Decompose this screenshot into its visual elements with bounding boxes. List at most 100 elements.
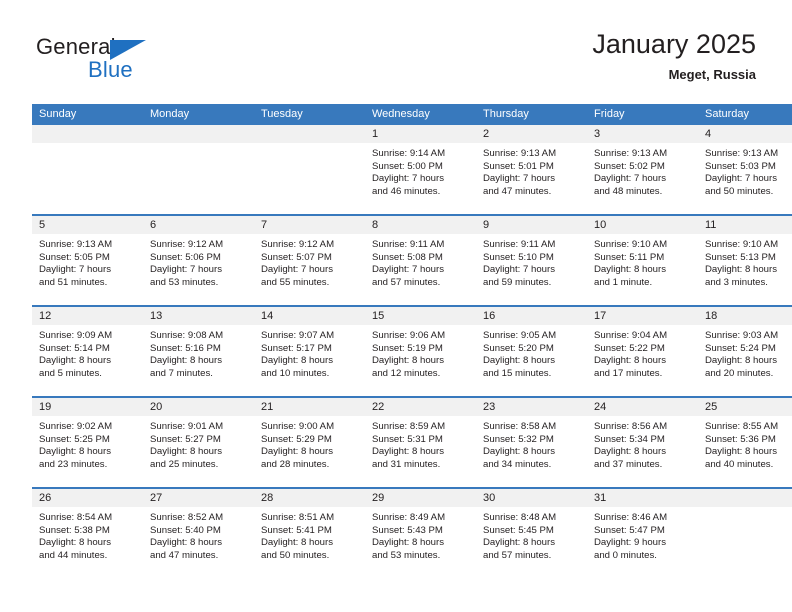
- calendar-day-cell[interactable]: 19 Sunrise: 9:02 AM Sunset: 5:25 PM Dayligh…: [32, 397, 143, 489]
- day-detail-daylight-line2: and 51 minutes.: [39, 276, 108, 288]
- calendar-day-cell[interactable]: 20 Sunrise: 9:01 AM Sunset: 5:27 PM Dayligh…: [143, 397, 254, 489]
- day-number: 10: [587, 216, 698, 234]
- calendar-day-cell[interactable]: 16 Sunrise: 9:05 AM Sunset: 5:20 PM Dayligh…: [476, 306, 587, 398]
- calendar-day-cell[interactable]: 28 Sunrise: 8:51 AM Sunset: 5:41 PM Dayligh…: [254, 488, 365, 578]
- day-number: 20: [143, 398, 254, 416]
- day-detail-daylight-line2: and 55 minutes.: [261, 276, 330, 288]
- day-detail-sunset: Sunset: 5:25 PM: [39, 433, 110, 445]
- calendar-day-cell[interactable]: 18 Sunrise: 9:03 AM Sunset: 5:24 PM Dayligh…: [698, 306, 792, 398]
- day-detail-sunrise: Sunrise: 9:12 AM: [150, 239, 224, 250]
- day-detail-daylight-line2: and 15 minutes.: [483, 367, 552, 379]
- weekday-header-wednesday: Wednesday: [365, 104, 476, 125]
- calendar-table: Sunday Monday Tuesday Wednesday Thursday…: [32, 104, 792, 578]
- calendar-day-cell[interactable]: 30 Sunrise: 8:48 AM Sunset: 5:45 PM Dayligh…: [476, 488, 587, 578]
- day-detail-sunset: Sunset: 5:40 PM: [150, 524, 221, 536]
- day-detail-daylight-line2: and 48 minutes.: [594, 185, 663, 197]
- day-detail-daylight-line1: Daylight: 8 hours: [150, 537, 222, 549]
- day-details: Sunrise: 8:56 AM Sunset: 5:34 PM Daylight:…: [587, 416, 698, 471]
- day-detail-sunset: Sunset: 5:13 PM: [705, 251, 776, 263]
- calendar-day-cell[interactable]: 22 Sunrise: 8:59 AM Sunset: 5:31 PM Dayligh…: [365, 397, 476, 489]
- day-details: Sunrise: 9:12 AM Sunset: 5:07 PM Daylight:…: [254, 234, 365, 289]
- day-number: 24: [587, 398, 698, 416]
- day-detail-sunrise: Sunrise: 9:13 AM: [594, 148, 668, 159]
- day-number: [32, 125, 143, 143]
- day-number: 15: [365, 307, 476, 325]
- day-number: 4: [698, 125, 792, 143]
- calendar-day-cell[interactable]: 31 Sunrise: 8:46 AM Sunset: 5:47 PM Dayligh…: [587, 488, 698, 578]
- day-detail-sunrise: Sunrise: 9:11 AM: [372, 239, 445, 250]
- calendar-day-cell[interactable]: 12 Sunrise: 9:09 AM Sunset: 5:14 PM Dayligh…: [32, 306, 143, 398]
- calendar-day-cell[interactable]: 7 Sunrise: 9:12 AM Sunset: 5:07 PM Daylight…: [254, 215, 365, 307]
- day-detail-sunrise: Sunrise: 9:12 AM: [261, 239, 335, 250]
- calendar-day-cell[interactable]: 6 Sunrise: 9:12 AM Sunset: 5:06 PM Daylight…: [143, 215, 254, 307]
- day-detail-daylight-line1: Daylight: 8 hours: [594, 355, 666, 367]
- calendar-day-cell[interactable]: 14 Sunrise: 9:07 AM Sunset: 5:17 PM Dayligh…: [254, 306, 365, 398]
- day-details: Sunrise: 9:14 AM Sunset: 5:00 PM Daylight:…: [365, 143, 476, 198]
- day-detail-daylight-line2: and 34 minutes.: [483, 458, 552, 470]
- day-detail-sunset: Sunset: 5:22 PM: [594, 342, 665, 354]
- calendar-day-cell[interactable]: 26 Sunrise: 8:54 AM Sunset: 5:38 PM Dayligh…: [32, 488, 143, 578]
- calendar-day-cell[interactable]: 9 Sunrise: 9:11 AM Sunset: 5:10 PM Daylight…: [476, 215, 587, 307]
- calendar-day-cell[interactable]: 2 Sunrise: 9:13 AM Sunset: 5:01 PM Daylight…: [476, 125, 587, 216]
- day-number: 14: [254, 307, 365, 325]
- calendar-day-cell[interactable]: 23 Sunrise: 8:58 AM Sunset: 5:32 PM Dayligh…: [476, 397, 587, 489]
- day-detail-daylight-line1: Daylight: 7 hours: [372, 173, 444, 185]
- day-detail-daylight-line1: Daylight: 8 hours: [261, 355, 333, 367]
- day-detail-daylight-line2: and 10 minutes.: [261, 367, 330, 379]
- day-detail-daylight-line2: and 57 minutes.: [372, 276, 441, 288]
- day-detail-sunrise: Sunrise: 8:52 AM: [150, 512, 224, 523]
- day-detail-sunset: Sunset: 5:47 PM: [594, 524, 665, 536]
- calendar-day-cell[interactable]: 13 Sunrise: 9:08 AM Sunset: 5:16 PM Dayligh…: [143, 306, 254, 398]
- day-detail-daylight-line1: Daylight: 7 hours: [705, 173, 777, 185]
- day-details: Sunrise: 8:49 AM Sunset: 5:43 PM Daylight:…: [365, 507, 476, 562]
- day-detail-daylight-line1: Daylight: 7 hours: [483, 173, 555, 185]
- day-detail-sunrise: Sunrise: 9:02 AM: [39, 421, 113, 432]
- day-detail-sunrise: Sunrise: 8:48 AM: [483, 512, 557, 523]
- day-number: 31: [587, 489, 698, 507]
- day-detail-sunrise: Sunrise: 8:55 AM: [705, 421, 779, 432]
- calendar-day-cell[interactable]: 17 Sunrise: 9:04 AM Sunset: 5:22 PM Dayligh…: [587, 306, 698, 398]
- day-detail-daylight-line1: Daylight: 8 hours: [261, 537, 333, 549]
- weekday-header-friday: Friday: [587, 104, 698, 125]
- day-number: 13: [143, 307, 254, 325]
- page-header: General Blue January 2025 Meget, Russia: [0, 0, 792, 96]
- day-number: 2: [476, 125, 587, 143]
- calendar-day-cell[interactable]: 21 Sunrise: 9:00 AM Sunset: 5:29 PM Dayligh…: [254, 397, 365, 489]
- brand-logo[interactable]: General Blue: [36, 36, 216, 88]
- day-detail-sunset: Sunset: 5:31 PM: [372, 433, 443, 445]
- calendar-day-cell-empty: [254, 125, 365, 216]
- day-number: 22: [365, 398, 476, 416]
- calendar-week-row: 12 Sunrise: 9:09 AM Sunset: 5:14 PM Dayligh…: [32, 306, 792, 398]
- day-details: Sunrise: 8:55 AM Sunset: 5:36 PM Daylight:…: [698, 416, 792, 471]
- calendar-day-cell[interactable]: 3 Sunrise: 9:13 AM Sunset: 5:02 PM Daylight…: [587, 125, 698, 216]
- day-number: 8: [365, 216, 476, 234]
- day-detail-daylight-line1: Daylight: 7 hours: [372, 264, 444, 276]
- day-number: 7: [254, 216, 365, 234]
- calendar-day-cell[interactable]: 4 Sunrise: 9:13 AM Sunset: 5:03 PM Daylight…: [698, 125, 792, 216]
- day-detail-daylight-line1: Daylight: 8 hours: [39, 537, 111, 549]
- day-details: Sunrise: 9:11 AM Sunset: 5:10 PM Daylight:…: [476, 234, 587, 289]
- day-details: Sunrise: 8:48 AM Sunset: 5:45 PM Daylight:…: [476, 507, 587, 562]
- day-details: Sunrise: 8:52 AM Sunset: 5:40 PM Daylight:…: [143, 507, 254, 562]
- calendar-day-cell[interactable]: 10 Sunrise: 9:10 AM Sunset: 5:11 PM Dayligh…: [587, 215, 698, 307]
- day-detail-daylight-line2: and 5 minutes.: [39, 367, 102, 379]
- calendar-day-cell[interactable]: 11 Sunrise: 9:10 AM Sunset: 5:13 PM Dayligh…: [698, 215, 792, 307]
- calendar-day-cell[interactable]: 25 Sunrise: 8:55 AM Sunset: 5:36 PM Dayligh…: [698, 397, 792, 489]
- calendar-day-cell[interactable]: 27 Sunrise: 8:52 AM Sunset: 5:40 PM Dayligh…: [143, 488, 254, 578]
- day-detail-sunset: Sunset: 5:36 PM: [705, 433, 776, 445]
- calendar-day-cell[interactable]: 1 Sunrise: 9:14 AM Sunset: 5:00 PM Daylight…: [365, 125, 476, 216]
- calendar-day-cell[interactable]: 5 Sunrise: 9:13 AM Sunset: 5:05 PM Daylight…: [32, 215, 143, 307]
- day-detail-sunrise: Sunrise: 8:54 AM: [39, 512, 113, 523]
- day-detail-sunrise: Sunrise: 9:01 AM: [150, 421, 224, 432]
- day-details: Sunrise: 9:05 AM Sunset: 5:20 PM Daylight:…: [476, 325, 587, 380]
- day-detail-sunset: Sunset: 5:00 PM: [372, 160, 443, 172]
- day-detail-sunrise: Sunrise: 9:14 AM: [372, 148, 446, 159]
- calendar-day-cell[interactable]: 24 Sunrise: 8:56 AM Sunset: 5:34 PM Dayligh…: [587, 397, 698, 489]
- day-detail-sunrise: Sunrise: 8:51 AM: [261, 512, 335, 523]
- day-detail-sunset: Sunset: 5:45 PM: [483, 524, 554, 536]
- day-details: Sunrise: 9:06 AM Sunset: 5:19 PM Daylight:…: [365, 325, 476, 380]
- calendar-day-cell[interactable]: 29 Sunrise: 8:49 AM Sunset: 5:43 PM Dayligh…: [365, 488, 476, 578]
- day-detail-daylight-line2: and 50 minutes.: [261, 549, 330, 561]
- calendar-day-cell[interactable]: 15 Sunrise: 9:06 AM Sunset: 5:19 PM Dayligh…: [365, 306, 476, 398]
- calendar-day-cell[interactable]: 8 Sunrise: 9:11 AM Sunset: 5:08 PM Daylight…: [365, 215, 476, 307]
